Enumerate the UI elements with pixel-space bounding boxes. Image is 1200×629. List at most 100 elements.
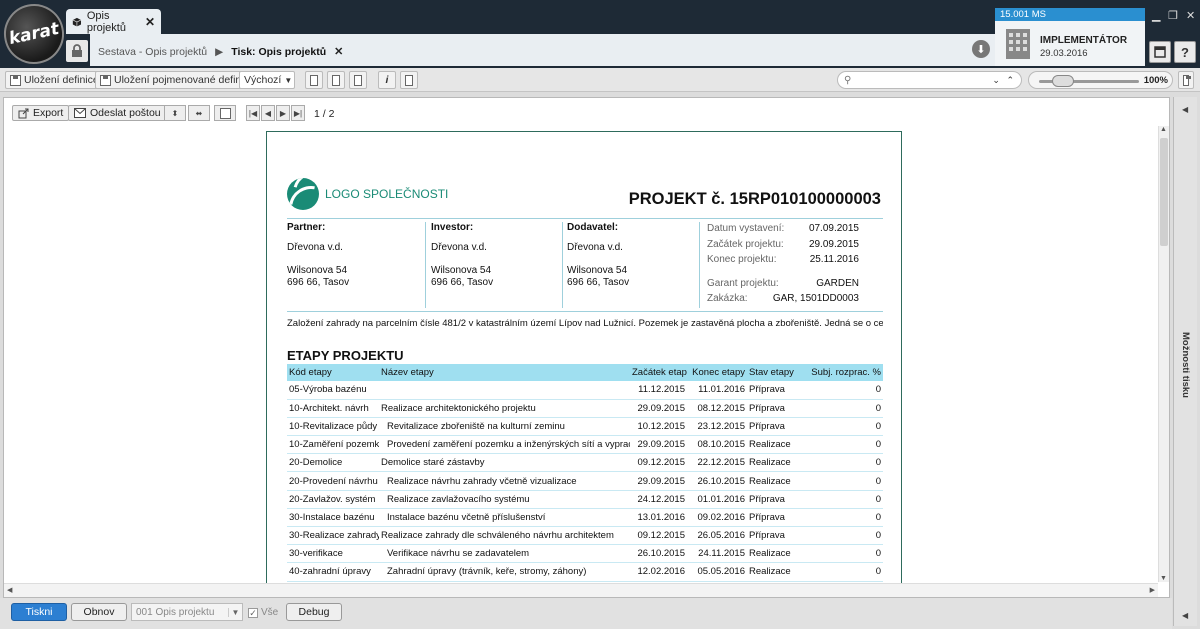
investor-name: Dřevona v.d.: [431, 242, 487, 253]
save-definition-button[interactable]: Uložení definice: [5, 71, 104, 89]
next-page-button[interactable]: ▶: [276, 105, 290, 121]
send-mail-button[interactable]: Odeslat poštou: [68, 105, 167, 121]
print-options-panel[interactable]: ◀ Možnosti tisku ◀: [1173, 97, 1197, 626]
scroll-right-icon[interactable]: ▶: [1150, 586, 1155, 594]
zoom-slider[interactable]: 100%: [1028, 71, 1173, 89]
breadcrumb-separator-icon: ▶: [215, 45, 224, 58]
cell-status: Příprava: [747, 508, 795, 528]
close-breadcrumb-icon[interactable]: ✕: [334, 45, 343, 58]
cell-code: 10-Revitalizace půdy: [287, 417, 379, 437]
supplier-street: Wilsonova 54: [567, 265, 628, 276]
page-settings-button[interactable]: [214, 105, 236, 121]
cell-pct: 0: [795, 562, 883, 582]
cell-start: 09.12.2015: [630, 526, 687, 546]
search-input[interactable]: ⚲ ⌄ ⌃: [837, 71, 1022, 89]
supplier-heading: Dodavatel:: [567, 222, 619, 233]
cell-pct: 0: [795, 471, 883, 491]
cell-end: 23.12.2015: [687, 417, 747, 437]
print-options-label: Možnosti tisku: [1180, 332, 1191, 398]
grid-button-2[interactable]: [327, 71, 345, 89]
floppy-icon: [10, 74, 21, 86]
collapse-panel-icon[interactable]: ◀: [1182, 611, 1188, 620]
refresh-button[interactable]: Obnov: [71, 603, 127, 621]
restore-icon[interactable]: ❐: [1168, 9, 1178, 22]
export-label: Export: [33, 107, 64, 119]
info-button[interactable]: i: [378, 71, 396, 89]
cell-pct: 0: [795, 453, 883, 473]
all-checkbox-label: Vše: [261, 607, 279, 618]
expand-panel-icon[interactable]: ◀: [1182, 105, 1188, 114]
table-icon: [332, 74, 340, 86]
save-definition-label: Uložení definice: [24, 74, 99, 86]
cell-end: 26.05.2016: [687, 526, 747, 546]
user-date: 29.03.2016: [1040, 48, 1088, 59]
page-icon: [219, 107, 231, 119]
close-window-icon[interactable]: ✕: [1186, 9, 1195, 22]
minimize-icon[interactable]: ▁: [1152, 9, 1160, 22]
cell-status: Realizace: [747, 435, 795, 455]
user-panel[interactable]: 15.001 MS IMPLEMENTÁTOR 29.03.2016: [995, 8, 1145, 66]
horizontal-scrollbar[interactable]: ◀ ▶: [4, 583, 1158, 597]
save-button[interactable]: [1178, 71, 1194, 89]
column-header: Název etapy: [379, 364, 630, 381]
all-checkbox[interactable]: ✓ Vše: [248, 607, 278, 618]
vertical-scrollbar[interactable]: ▲ ▼: [1158, 126, 1169, 582]
cell-pct: 0: [795, 435, 883, 455]
print-button[interactable]: Tiskni: [11, 603, 67, 621]
grid-button-1[interactable]: [305, 71, 323, 89]
cell-start: 12.02.2016: [630, 562, 687, 582]
close-tab-icon[interactable]: ✕: [145, 15, 155, 29]
stages-table: Kód etapy Název etapy Začátek etapy Kone…: [287, 364, 883, 582]
calculator-icon: [405, 74, 413, 86]
vertical-arrows-icon: ⬍: [171, 108, 179, 118]
fit-width-button[interactable]: ⬌: [188, 105, 210, 121]
breadcrumb-parent[interactable]: Sestava - Opis projektů: [98, 46, 207, 58]
section-title: ETAPY PROJEKTU: [287, 348, 404, 363]
prev-page-button[interactable]: ◀: [261, 105, 275, 121]
search-nav-arrows-icon[interactable]: ⌄ ⌃: [992, 75, 1016, 86]
cell-status: Příprava: [747, 526, 795, 546]
export-button[interactable]: Export: [12, 105, 70, 121]
definition-select[interactable]: Výchozí ▼: [239, 71, 295, 89]
tab-opis-projektu[interactable]: Opis projektů ✕: [66, 9, 161, 34]
calculator-button[interactable]: [400, 71, 418, 89]
meta-row: Garant projektu: GARDEN: [707, 278, 859, 294]
supplier-city: 696 66, Tasov: [567, 277, 630, 288]
partner-block: Partner: Dřevona v.d. Wilsonova 54 696 6…: [287, 222, 349, 289]
last-page-button[interactable]: ▶|: [291, 105, 305, 121]
help-button[interactable]: ?: [1174, 41, 1196, 63]
scroll-down-icon[interactable]: ▼: [1160, 575, 1167, 582]
first-page-icon: |◀: [248, 108, 258, 118]
table-row: 30-Realizace zahrady Realizace zahrady dl…: [287, 526, 883, 546]
cell-name: [379, 381, 630, 400]
scrollbar-thumb[interactable]: [1160, 138, 1168, 246]
meta-label: Zakázka:: [707, 293, 748, 304]
lock-icon: [72, 44, 82, 57]
cell-name: Realizace zahrady dle schváleného návrhu…: [379, 526, 630, 546]
meta-row: Zakázka: GAR, 1501DD0003: [707, 293, 859, 309]
user-role: IMPLEMENTÁTOR: [1040, 35, 1128, 46]
company-logo-text: LOGO SPOLEČNOSTI: [325, 187, 449, 201]
cell-name: Zahradní úpravy (trávník, keře, stromy, …: [379, 562, 630, 582]
definition-dropdown[interactable]: 001 Opis projektu ▼: [131, 603, 243, 621]
grid-button-3[interactable]: [349, 71, 367, 89]
save-named-definition-button[interactable]: Uložení pojmenované definice: [95, 71, 260, 89]
fit-height-button[interactable]: ⬍: [164, 105, 186, 121]
cell-start: 26.10.2015: [630, 544, 687, 564]
scroll-left-icon[interactable]: ◀: [7, 586, 12, 594]
meta-row: Začátek projektu: 29.09.2015: [707, 239, 859, 255]
lock-button[interactable]: [66, 40, 88, 62]
download-icon[interactable]: ⬇: [972, 40, 990, 58]
cell-code: 30-Realizace zahrady: [287, 526, 379, 546]
cell-end: 26.10.2015: [687, 471, 747, 491]
cell-name: Instalace bazénu včetně příslušenství: [379, 508, 630, 528]
cell-status: Příprava: [747, 381, 795, 400]
table-row: 20-Zavlažov. systém Realizace zavlažovací…: [287, 490, 883, 509]
debug-button[interactable]: Debug: [286, 603, 342, 621]
first-page-button[interactable]: |◀: [246, 105, 260, 121]
breadcrumb-current: Tisk: Opis projektů: [231, 45, 327, 58]
scroll-up-icon[interactable]: ▲: [1160, 126, 1167, 133]
zoom-thumb[interactable]: [1052, 75, 1074, 87]
meta-value: GAR, 1501DD0003: [772, 293, 859, 304]
layout-button[interactable]: [1149, 41, 1171, 63]
